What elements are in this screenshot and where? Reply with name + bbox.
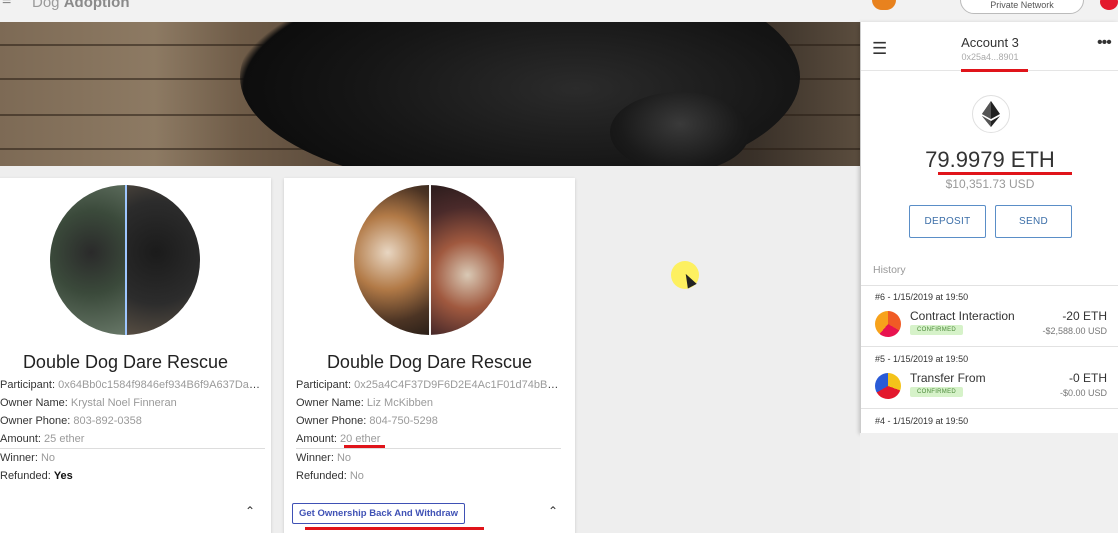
send-button[interactable]: SEND [995, 205, 1072, 238]
owner-name-label: Owner Name: [0, 397, 71, 409]
refunded-row: Refunded: Yes [0, 467, 265, 485]
refunded-label: Refunded: [0, 470, 54, 482]
tx-amount-usd: -$0.00 USD [1059, 388, 1107, 398]
wallet-popup: Private Network ☰ Account 3 0x25a4...890… [860, 0, 1118, 533]
app-title-prefix: Dog [32, 0, 60, 11]
amount-value: 20 ether [340, 433, 381, 445]
transaction-item[interactable]: #6 - 1/15/2019 at 19:50 Contract Interac… [861, 285, 1118, 346]
amount-value: 25 ether [44, 433, 85, 445]
more-options-icon[interactable]: ••• [1097, 34, 1112, 52]
history-divider [861, 408, 1118, 409]
wallet-backdrop [860, 433, 1118, 533]
dog-photo [354, 185, 504, 335]
participant-row: Participant: 0x64Bb0c1584f9846ef934B6f9A… [0, 376, 265, 394]
chevron-up-icon[interactable]: ⌃ [245, 504, 255, 518]
card-title: Double Dog Dare Rescue [326, 352, 533, 372]
eth-logo [972, 95, 1010, 133]
chevron-up-icon[interactable]: ⌃ [548, 504, 558, 518]
network-selector[interactable]: Private Network [960, 0, 1084, 14]
fox-logo-icon [872, 0, 896, 10]
app-title: Dog Adoption [32, 0, 130, 11]
participant-row: Participant: 0x25a4C4F37D9F6D2E4Ac1F01d7… [296, 376, 561, 394]
tx-amount: -20 ETH [1062, 309, 1107, 323]
owner-name-row: Owner Name: Krystal Noel Finneran [0, 394, 265, 412]
owner-name-row: Owner Name: Liz McKibben [296, 394, 561, 412]
usd-balance: $10,351.73 USD [945, 177, 1035, 191]
red-underline-button [305, 527, 484, 530]
dog-card: Double Dog Dare Rescue Participant: 0x64… [0, 178, 271, 533]
owner-phone-row: Owner Phone: 803-892-0358 [0, 412, 265, 430]
refunded-value: Yes [53, 470, 73, 482]
tx-date: #5 - 1/15/2019 at 19:50 [875, 354, 969, 364]
participant-value: 0x25a4C4F37D9F6D2E4Ac1F01d74bBEf7... [354, 379, 561, 391]
dog-nose-shape [610, 92, 750, 166]
dog-photo-left [354, 185, 429, 335]
tx-identicon-icon [875, 373, 901, 399]
winner-value: No [336, 452, 352, 464]
red-underline-balance [938, 172, 1072, 175]
owner-phone-label: Owner Phone: [296, 415, 370, 427]
card-details: Participant: 0x25a4C4F37D9F6D2E4Ac1F01d7… [296, 376, 561, 485]
app-bar: ≡ Dog Adoption [0, 0, 860, 22]
get-ownership-back-button[interactable]: Get Ownership Back And Withdraw [292, 503, 465, 524]
red-underline-amount [344, 445, 385, 448]
account-name[interactable]: Account 3 [861, 35, 1118, 50]
refunded-row: Refunded: No [296, 467, 561, 485]
amount-row: Amount: 20 ether [296, 430, 561, 448]
tx-status-badge: CONFIRMED [910, 387, 964, 397]
tx-date[interactable]: #4 - 1/15/2019 at 19:50 [875, 416, 968, 426]
participant-label: Participant: [296, 379, 355, 391]
transaction-item[interactable]: #5 - 1/15/2019 at 19:50 Transfer From CO… [861, 347, 1118, 408]
tx-title: Transfer From [910, 371, 986, 385]
owner-name-label: Owner Name: [296, 397, 367, 409]
eth-balance: 79.9979 ETH [925, 147, 1055, 172]
owner-name-value: Krystal Noel Finneran [70, 397, 177, 409]
winner-label: Winner: [0, 452, 41, 464]
account-avatar-icon[interactable] [1100, 0, 1118, 10]
dog-photo-right [125, 185, 200, 335]
tx-status-badge: CONFIRMED [910, 325, 964, 335]
participant-label: Participant: [0, 379, 59, 391]
winner-label: Winner: [296, 452, 337, 464]
dog-photo-right [429, 185, 504, 335]
owner-phone-value: 804-750-5298 [369, 415, 438, 427]
tx-amount-usd: -$2,588.00 USD [1042, 326, 1107, 336]
account-address[interactable]: 0x25a4...8901 [861, 52, 1118, 62]
owner-phone-value: 803-892-0358 [73, 415, 142, 427]
dog-photo [50, 185, 200, 335]
winner-value: No [40, 452, 56, 464]
refunded-label: Refunded: [296, 470, 350, 482]
history-label: History [873, 264, 906, 276]
refunded-value: No [349, 470, 364, 482]
card-details: Participant: 0x64Bb0c1584f9846ef934B6f9A… [0, 376, 265, 485]
app-title-bold: Adoption [63, 0, 130, 11]
amount-label: Amount: [296, 433, 341, 445]
dog-card: Double Dog Dare Rescue Participant: 0x25… [284, 178, 575, 533]
amount-row: Amount: 25 ether [0, 430, 265, 448]
owner-name-value: Liz McKibben [366, 397, 433, 409]
owner-phone-row: Owner Phone: 804-750-5298 [296, 412, 561, 430]
tx-identicon-icon [875, 311, 901, 337]
wallet-panel: ☰ Account 3 0x25a4...8901 ••• 79.9979 ET… [860, 22, 1118, 433]
deposit-button[interactable]: DEPOSIT [909, 205, 986, 238]
menu-icon[interactable]: ≡ [2, 0, 11, 10]
red-underline-account [961, 69, 1028, 72]
winner-row: Winner: No [296, 449, 561, 467]
wallet-top-bar: Private Network [860, 0, 1118, 22]
participant-value: 0x64Bb0c1584f9846ef934B6f9A637Da90... [58, 379, 265, 391]
amount-label: Amount: [0, 433, 45, 445]
dog-photo-left [50, 185, 125, 335]
card-title: Double Dog Dare Rescue [22, 352, 229, 372]
hero-banner-image [0, 22, 860, 166]
tx-amount: -0 ETH [1068, 371, 1107, 385]
owner-phone-label: Owner Phone: [0, 415, 74, 427]
tx-title: Contract Interaction [910, 309, 1015, 323]
winner-row: Winner: No [0, 449, 265, 467]
tx-date: #6 - 1/15/2019 at 19:50 [875, 292, 969, 302]
ethereum-icon [982, 101, 1000, 127]
